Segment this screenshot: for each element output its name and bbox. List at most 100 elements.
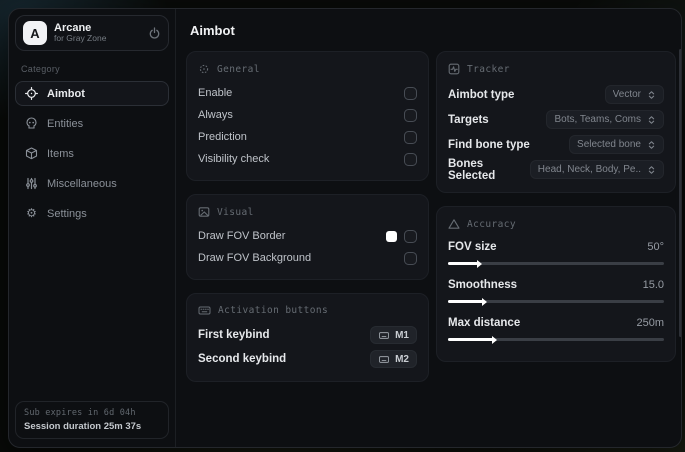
- slider-value: 50°: [647, 241, 664, 253]
- activation-buttons-card: Activation buttons First keybind M1 Seco…: [186, 293, 429, 382]
- unfold-icon: [648, 165, 655, 174]
- setting-label: Visibility check: [198, 153, 270, 165]
- slider-value: 15.0: [642, 279, 664, 291]
- sidebar-nav: Aimbot Entities Items Miscellaneous ⚙ Se…: [15, 81, 169, 226]
- gear-icon: ⚙: [26, 206, 37, 220]
- setting-row-visibility-check: Visibility check: [198, 148, 417, 170]
- setting-label: FOV size: [448, 241, 497, 253]
- find-bone-type-select[interactable]: Selected bone: [569, 135, 664, 154]
- sliders-icon: [25, 177, 38, 190]
- unfold-icon: [648, 90, 655, 99]
- bones-selected-select[interactable]: Head, Neck, Body, Pe..: [529, 160, 664, 179]
- keybind-value: M1: [395, 329, 409, 341]
- select-value: Bots, Teams, Coms: [554, 114, 641, 125]
- setting-label: First keybind: [198, 329, 270, 341]
- setting-row-always: Always: [198, 104, 417, 126]
- cube-icon: [25, 147, 38, 160]
- general-card-title: General: [217, 63, 260, 75]
- draw-fov-border-checkbox[interactable]: [404, 229, 417, 243]
- accuracy-card-title: Accuracy: [467, 218, 516, 230]
- setting-label: Targets: [448, 113, 489, 126]
- setting-label: Smoothness: [448, 279, 518, 291]
- slider-fill: [448, 300, 483, 303]
- first-keybind-button[interactable]: M1: [370, 326, 417, 344]
- sub-expiry-text: Sub expires in 6d 04h: [24, 408, 136, 418]
- setting-row-second-keybind: Second keybind M2: [198, 347, 417, 371]
- fov-size-setting: FOV size 50°: [448, 237, 664, 265]
- fov-border-color-swatch[interactable]: [386, 230, 397, 242]
- sidebar-item-entities[interactable]: Entities: [15, 111, 169, 136]
- page-title: Aimbot: [190, 23, 235, 38]
- second-keybind-button[interactable]: M2: [370, 350, 417, 368]
- setting-label: Aimbot type: [448, 88, 515, 101]
- sidebar-item-aimbot[interactable]: Aimbot: [15, 81, 169, 106]
- triangle-icon: [448, 219, 460, 229]
- select-value: Head, Neck, Body, Pe..: [537, 164, 641, 175]
- sidebar-item-settings[interactable]: ⚙ Settings: [15, 201, 169, 226]
- scrollbar[interactable]: [679, 49, 681, 337]
- tracker-card: Tracker Aimbot type Vector Targets Bots,…: [436, 51, 676, 193]
- setting-row-prediction: Prediction: [198, 126, 417, 148]
- select-value: Selected bone: [577, 139, 641, 150]
- setting-row-first-keybind: First keybind M1: [198, 323, 417, 347]
- setting-label: Find bone type: [448, 138, 530, 151]
- fov-size-slider[interactable]: [448, 262, 664, 265]
- setting-label: Enable: [198, 87, 233, 99]
- keybind-value: M2: [395, 353, 409, 365]
- sidebar-item-miscellaneous[interactable]: Miscellaneous: [15, 171, 169, 196]
- unfold-icon: [648, 140, 655, 149]
- smoothness-slider[interactable]: [448, 300, 664, 303]
- keyboard-icon: [379, 355, 390, 363]
- prediction-checkbox[interactable]: [404, 130, 417, 144]
- menu-window: A Arcane for Gray Zone Category Aimbot E…: [8, 8, 682, 448]
- setting-row-draw-fov-background: Draw FOV Background: [198, 247, 417, 269]
- setting-row-enable: Enable: [198, 82, 417, 104]
- focus-crosshair-icon: [199, 64, 209, 74]
- aimbot-type-select[interactable]: Vector: [604, 85, 664, 104]
- slider-value: 250m: [636, 317, 664, 329]
- setting-label: Second keybind: [198, 353, 287, 365]
- session-duration-text: Session duration 25m 37s: [24, 421, 142, 432]
- visibility-check-checkbox[interactable]: [404, 152, 417, 166]
- crosshair-icon: [25, 87, 38, 100]
- sidebar: A Arcane for Gray Zone Category Aimbot E…: [9, 9, 176, 447]
- max-distance-setting: Max distance 250m: [448, 313, 664, 341]
- sidebar-item-label: Entities: [47, 117, 84, 130]
- max-distance-slider[interactable]: [448, 338, 664, 341]
- category-label: Category: [21, 64, 60, 74]
- visual-card-title: Visual: [217, 206, 254, 218]
- skull-icon: [25, 117, 38, 130]
- setting-label: Draw FOV Background: [198, 252, 312, 264]
- smoothness-setting: Smoothness 15.0: [448, 275, 664, 303]
- setting-label: Max distance: [448, 317, 521, 329]
- slider-fill: [448, 262, 479, 265]
- setting-label: Bones Selected: [448, 157, 496, 182]
- setting-row-aimbot-type: Aimbot type Vector: [448, 82, 664, 107]
- app-logo: A: [23, 21, 47, 45]
- sidebar-item-label: Miscellaneous: [47, 177, 117, 190]
- accuracy-card: Accuracy FOV size 50° Smoothness 15.0 Ma…: [436, 206, 676, 362]
- sidebar-item-label: Settings: [47, 207, 87, 220]
- unfold-icon: [648, 115, 655, 124]
- setting-label: Prediction: [198, 131, 247, 143]
- image-icon: [198, 207, 210, 217]
- sidebar-item-items[interactable]: Items: [15, 141, 169, 166]
- enable-checkbox[interactable]: [404, 86, 417, 100]
- setting-row-draw-fov-border: Draw FOV Border: [198, 225, 417, 247]
- always-checkbox[interactable]: [404, 108, 417, 122]
- power-icon[interactable]: [148, 26, 161, 40]
- subscription-info-card: Sub expires in 6d 04h Session duration 2…: [15, 401, 169, 439]
- setting-label: Always: [198, 109, 233, 121]
- general-card: General Enable Always Prediction Visibil…: [186, 51, 429, 181]
- setting-label: Draw FOV Border: [198, 230, 286, 242]
- slider-fill: [448, 338, 494, 341]
- main-content: Aimbot General Enable Always Prediction …: [176, 9, 681, 447]
- draw-fov-background-checkbox[interactable]: [404, 251, 417, 265]
- pulse-box-icon: [448, 63, 460, 75]
- targets-select[interactable]: Bots, Teams, Coms: [546, 110, 664, 129]
- activation-card-title: Activation buttons: [218, 305, 329, 316]
- visual-card: Visual Draw FOV Border Draw FOV Backgrou…: [186, 194, 429, 280]
- select-value: Vector: [612, 89, 641, 100]
- setting-row-bones-selected: Bones Selected Head, Neck, Body, Pe..: [448, 157, 664, 182]
- keyboard-icon: [379, 331, 390, 339]
